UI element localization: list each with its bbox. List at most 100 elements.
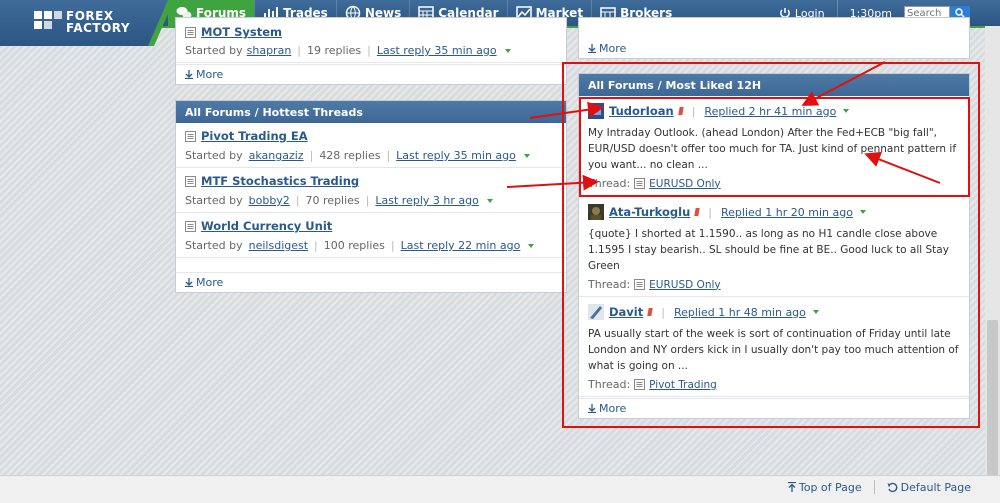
- thread-meta: Started by shapran | 19 replies | Last r…: [185, 44, 557, 57]
- reply-count: 428 replies: [319, 149, 381, 162]
- avatar[interactable]: [588, 103, 604, 119]
- footer-links: Top of Page Default Page: [787, 480, 971, 494]
- undo-icon: [887, 482, 898, 492]
- most-liked-header[interactable]: All Forums / Most Liked 12H: [579, 74, 969, 96]
- last-reply-link[interactable]: Last reply 3 hr ago: [375, 194, 478, 207]
- more-link[interactable]: More: [176, 272, 566, 292]
- chevron-down-icon[interactable]: [486, 198, 493, 203]
- reply-count: 70 replies: [305, 194, 360, 207]
- post-thread-line: Thread: EURUSD Only: [588, 278, 960, 291]
- thread-title[interactable]: MOT System: [201, 25, 282, 39]
- download-arrow-icon: [185, 278, 193, 287]
- more-label: More: [196, 68, 224, 81]
- more-label: More: [599, 402, 627, 415]
- post-body: {quote} I shorted at 1.1590.. as long as…: [588, 228, 949, 272]
- thread-title[interactable]: World Currency Unit: [201, 219, 332, 233]
- post-username[interactable]: TudorIoan: [609, 104, 674, 118]
- thread-link[interactable]: EURUSD Only: [649, 178, 720, 190]
- logo-line-2: FACTORY: [66, 21, 131, 35]
- more-label: More: [196, 276, 224, 289]
- post-thread-line: Thread: Pivot Trading: [588, 378, 960, 391]
- post-body: PA usually start of the week is sort of …: [588, 328, 959, 372]
- liked-post: Davit | Replied 1 hr 48 min ago PA usual…: [579, 297, 969, 397]
- thread-icon: [634, 279, 646, 290]
- top-of-page-link[interactable]: Top of Page: [787, 480, 862, 494]
- top-of-page-label: Top of Page: [798, 480, 862, 494]
- thread-icon: [185, 130, 196, 142]
- panel-title: All Forums / Most Liked 12H: [588, 78, 762, 92]
- post-header: Ata-Turkoglu | Replied 1 hr 20 min ago: [588, 204, 960, 220]
- thread-title[interactable]: MTF Stochastics Trading: [201, 174, 359, 188]
- thread-author[interactable]: akangaziz: [249, 149, 304, 162]
- separator: |: [691, 104, 696, 118]
- hottest-threads-header[interactable]: All Forums / Hottest Threads: [176, 101, 566, 123]
- separator: |: [365, 194, 370, 207]
- separator: |: [386, 149, 391, 162]
- thread-link[interactable]: Pivot Trading: [649, 379, 717, 391]
- more-link[interactable]: More: [176, 64, 566, 84]
- top-right-panel: More: [578, 17, 970, 59]
- separator: |: [367, 44, 371, 57]
- chevron-down-icon[interactable]: [523, 153, 530, 158]
- separator: |: [297, 44, 302, 57]
- flag-icon: [677, 107, 684, 115]
- thread-label: Thread:: [588, 278, 631, 291]
- thread-author[interactable]: shapran: [247, 44, 292, 57]
- arrow-up-icon: [787, 482, 796, 492]
- chevron-down-icon[interactable]: [859, 210, 866, 214]
- more-link[interactable]: More: [579, 38, 969, 58]
- reply-count: 19 replies: [307, 44, 362, 57]
- thread-title-line: Pivot Trading EA: [185, 129, 557, 143]
- page-scrollbar-thumb[interactable]: [987, 320, 998, 476]
- thread-row: MOT System Started by shapran | 19 repli…: [176, 18, 566, 63]
- started-by-label: Started by: [185, 44, 243, 57]
- post-username[interactable]: Davit: [609, 305, 643, 319]
- thread-title-line: World Currency Unit: [185, 219, 557, 233]
- thread-title-line: MOT System: [185, 25, 557, 39]
- thread-icon: [634, 379, 646, 390]
- avatar[interactable]: [588, 304, 604, 320]
- post-username[interactable]: Ata-Turkoglu: [609, 205, 690, 219]
- thread-title[interactable]: Pivot Trading EA: [201, 129, 308, 143]
- separator: |: [708, 205, 712, 219]
- more-link[interactable]: More: [579, 398, 969, 418]
- flag-icon: [694, 208, 700, 216]
- separator: |: [314, 239, 318, 252]
- replied-link[interactable]: Replied 2 hr 41 min ago: [704, 105, 836, 118]
- thread-link[interactable]: EURUSD Only: [649, 279, 720, 291]
- chevron-down-icon[interactable]: [504, 48, 511, 53]
- thread-row: World Currency Unit Started by neilsdige…: [176, 213, 566, 258]
- last-reply-link[interactable]: Last reply 35 min ago: [396, 149, 516, 162]
- liked-post: Ata-Turkoglu | Replied 1 hr 20 min ago {…: [579, 197, 969, 297]
- thread-row: Pivot Trading EA Started by akangaziz | …: [176, 123, 566, 168]
- chevron-down-icon[interactable]: [812, 310, 819, 314]
- separator: |: [295, 194, 300, 207]
- separator: |: [661, 305, 665, 319]
- replied-link[interactable]: Replied 1 hr 48 min ago: [674, 306, 806, 319]
- last-reply-link[interactable]: Last reply 22 min ago: [401, 239, 521, 252]
- logo-wordmark[interactable]: FOREX FACTORY: [66, 10, 130, 34]
- flag-icon: [647, 308, 653, 316]
- thread-icon: [185, 26, 196, 38]
- chevron-down-icon[interactable]: [528, 243, 535, 248]
- panel-title: All Forums / Hottest Threads: [185, 105, 363, 119]
- most-liked-panel: All Forums / Most Liked 12H TudorIoan | …: [578, 73, 970, 419]
- default-page-link[interactable]: Default Page: [887, 481, 971, 494]
- thread-label: Thread:: [588, 378, 631, 391]
- default-page-label: Default Page: [900, 480, 971, 494]
- thread-icon: [185, 220, 196, 232]
- thread-title-line: MTF Stochastics Trading: [185, 174, 557, 188]
- thread-meta: Started by akangaziz | 428 replies | Las…: [185, 149, 557, 162]
- thread-author[interactable]: neilsdigest: [249, 239, 308, 252]
- forex-factory-logo-icon: [34, 11, 62, 29]
- last-reply-link[interactable]: Last reply 35 min ago: [377, 44, 497, 57]
- separator: [873, 480, 875, 494]
- post-header: Davit | Replied 1 hr 48 min ago: [588, 304, 960, 320]
- post-body: My Intraday Outlook. (ahead London) Afte…: [588, 127, 957, 171]
- avatar[interactable]: [588, 204, 604, 220]
- thread-author[interactable]: bobby2: [249, 194, 290, 207]
- download-arrow-icon: [588, 43, 596, 53]
- replied-link[interactable]: Replied 1 hr 20 min ago: [721, 206, 853, 219]
- download-arrow-icon: [588, 404, 596, 413]
- chevron-down-icon[interactable]: [843, 109, 850, 113]
